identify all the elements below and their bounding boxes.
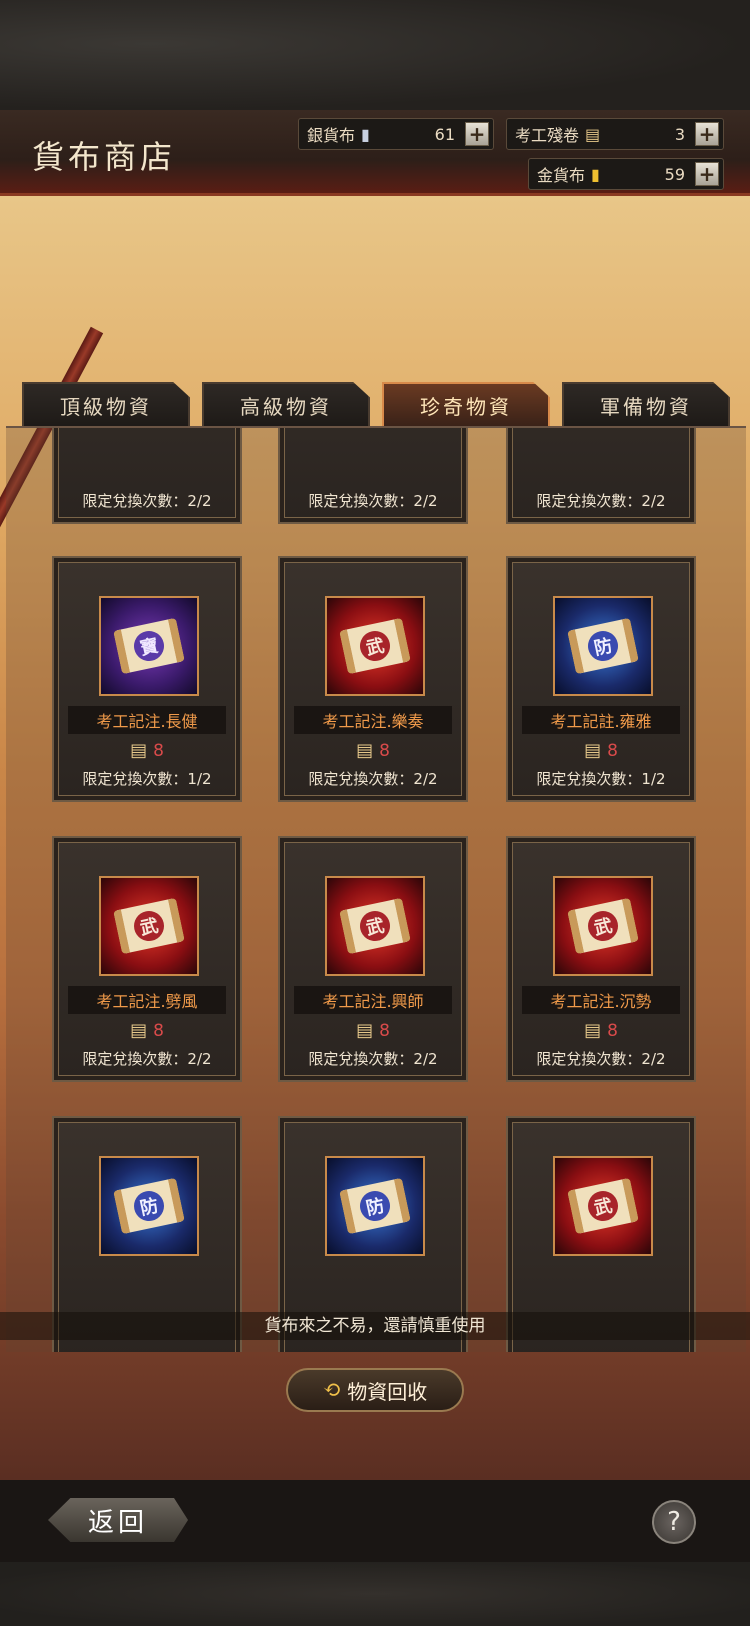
item-price: ▤ 8 xyxy=(280,740,466,761)
currency-gold: 金貨布 ▮ 59 + xyxy=(528,158,724,190)
item-card[interactable]: 武 考工記注.樂奏 ▤ 8 限定兌換次數：2/2 xyxy=(278,556,468,802)
recycle-icon: ⟲ xyxy=(322,1377,342,1403)
item-image: 武 xyxy=(99,876,199,976)
price-value: 8 xyxy=(379,740,390,761)
item-glyph: 防 xyxy=(131,1188,167,1224)
add-scroll-button[interactable]: + xyxy=(695,122,719,146)
item-card[interactable]: 限定兌換次數：2/2 xyxy=(506,428,696,524)
add-gold-button[interactable]: + xyxy=(695,162,719,186)
item-glyph: 寶 xyxy=(131,628,167,664)
limit-text: 限定兌換次數：2/2 xyxy=(308,1050,438,1068)
currency-value: 59 xyxy=(664,164,685,184)
notice-text: 貨布來之不易，還請慎重使用 xyxy=(0,1312,750,1340)
tab-advanced-supplies[interactable]: 高級物資 xyxy=(202,382,370,426)
item-glyph: 武 xyxy=(131,908,167,944)
item-price: ▤ 8 xyxy=(508,1020,694,1041)
top-decor-strip xyxy=(0,0,750,110)
currency-label: 考工殘卷 xyxy=(515,126,580,145)
price-value: 8 xyxy=(379,1020,390,1041)
currency-silver: 銀貨布 ▮ 61 + xyxy=(298,118,494,150)
item-glyph: 武 xyxy=(357,908,393,944)
item-name: 考工記注.劈風 xyxy=(68,986,226,1014)
item-name: 考工記注.長健 xyxy=(68,706,226,734)
scroll-fragment-icon: ▤ xyxy=(356,1020,374,1041)
recycle-button[interactable]: ⟲ 物資回收 xyxy=(286,1368,464,1412)
scroll-fragment-icon: ▤ xyxy=(584,1020,602,1041)
limit-text: 限定兌換次數：2/2 xyxy=(536,1050,666,1068)
page-title: 貨布商店 xyxy=(32,138,177,176)
item-card[interactable]: 武 考工記注.沉勢 ▤ 8 限定兌換次數：2/2 xyxy=(506,836,696,1082)
currency-label: 銀貨布 xyxy=(307,126,356,145)
price-value: 8 xyxy=(153,1020,164,1041)
item-card[interactable]: 寶 考工記注.長健 ▤ 8 限定兌換次數：1/2 xyxy=(52,556,242,802)
help-button[interactable]: ? xyxy=(652,1500,696,1544)
item-price: ▤ 8 xyxy=(280,1020,466,1041)
price-value: 8 xyxy=(607,1020,618,1041)
item-name: 考工記注.樂奏 xyxy=(294,706,452,734)
item-price: ▤ 8 xyxy=(508,740,694,761)
item-glyph: 武 xyxy=(585,908,621,944)
scroll-fragment-icon: ▤ xyxy=(130,740,148,761)
currency-label: 金貨布 xyxy=(537,166,586,185)
item-name: 考工記註.雍雅 xyxy=(522,706,680,734)
item-name: 考工記注.興師 xyxy=(294,986,452,1014)
back-button[interactable]: 返回 xyxy=(48,1498,188,1542)
bottom-decor-strip xyxy=(0,1562,750,1626)
limit-text: 限定兌換次數：2/2 xyxy=(308,492,438,510)
gold-coin-icon: ▮ xyxy=(591,164,600,184)
scroll-fragment-icon: ▤ xyxy=(356,740,374,761)
item-card[interactable]: 限定兌換次數：2/2 xyxy=(52,428,242,524)
item-glyph: 武 xyxy=(357,628,393,664)
price-value: 8 xyxy=(153,740,164,761)
item-card[interactable]: 武 考工記注.興師 ▤ 8 限定兌換次數：2/2 xyxy=(278,836,468,1082)
item-image: 防 xyxy=(325,1156,425,1256)
scroll-fragment-icon: ▤ xyxy=(585,124,601,144)
item-card[interactable]: 限定兌換次數：2/2 xyxy=(278,428,468,524)
item-glyph: 防 xyxy=(585,628,621,664)
item-glyph: 武 xyxy=(585,1188,621,1224)
tab-military-supplies[interactable]: 軍備物資 xyxy=(562,382,730,426)
item-image: 武 xyxy=(325,876,425,976)
limit-text: 限定兌換次數：1/2 xyxy=(82,770,212,788)
currency-scroll: 考工殘卷 ▤ 3 + xyxy=(506,118,724,150)
item-glyph: 防 xyxy=(357,1188,393,1224)
silver-coin-icon: ▮ xyxy=(361,124,370,144)
item-card[interactable]: 武 考工記注.劈風 ▤ 8 限定兌換次數：2/2 xyxy=(52,836,242,1082)
limit-text: 限定兌換次數：2/2 xyxy=(308,770,438,788)
item-image: 寶 xyxy=(99,596,199,696)
item-image: 防 xyxy=(553,596,653,696)
scroll-fragment-icon: ▤ xyxy=(584,740,602,761)
tab-rare-supplies[interactable]: 珍奇物資 xyxy=(382,382,550,426)
limit-text: 限定兌換次數：2/2 xyxy=(536,492,666,510)
item-image: 防 xyxy=(99,1156,199,1256)
item-image: 武 xyxy=(553,1156,653,1256)
recycle-label: 物資回收 xyxy=(347,1379,428,1404)
item-image: 武 xyxy=(553,876,653,976)
item-price: ▤ 8 xyxy=(54,740,240,761)
limit-text: 限定兌換次數：2/2 xyxy=(82,1050,212,1068)
item-name: 考工記注.沉勢 xyxy=(522,986,680,1014)
item-card[interactable]: 防 考工記註.雍雅 ▤ 8 限定兌換次數：1/2 xyxy=(506,556,696,802)
limit-text: 限定兌換次數：2/2 xyxy=(82,492,212,510)
item-image: 武 xyxy=(325,596,425,696)
currency-value: 3 xyxy=(674,124,685,144)
add-silver-button[interactable]: + xyxy=(465,122,489,146)
scroll-fragment-icon: ▤ xyxy=(130,1020,148,1041)
currency-value: 61 xyxy=(434,124,455,144)
item-price: ▤ 8 xyxy=(54,1020,240,1041)
tab-top-supplies[interactable]: 頂級物資 xyxy=(22,382,190,426)
limit-text: 限定兌換次數：1/2 xyxy=(536,770,666,788)
price-value: 8 xyxy=(607,740,618,761)
item-grid-panel[interactable]: 限定兌換次數：2/2 限定兌換次數：2/2 限定兌換次數：2/2 寶 考工記注.… xyxy=(6,426,746,1352)
